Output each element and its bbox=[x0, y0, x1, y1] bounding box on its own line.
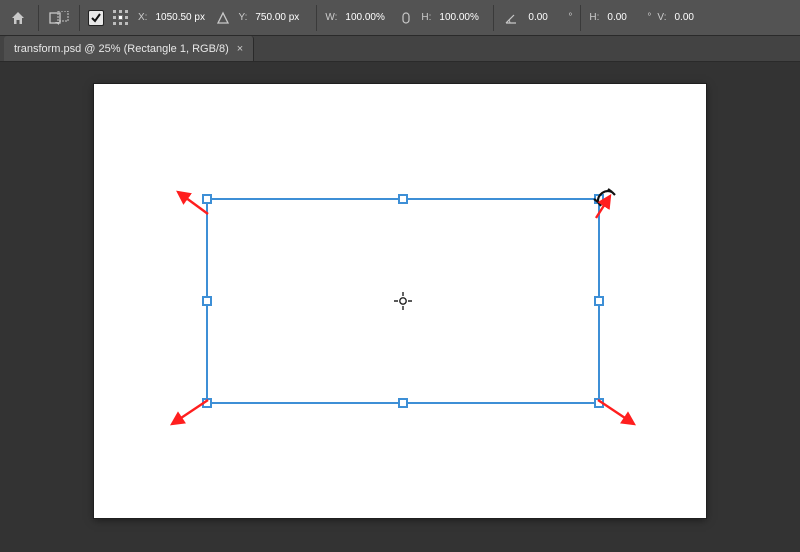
constrain-proportions-icon bbox=[400, 10, 412, 26]
transform-center-point[interactable] bbox=[394, 292, 412, 310]
cancel-transform-icon bbox=[49, 11, 69, 25]
x-label: X: bbox=[138, 12, 147, 23]
rotate-angle-icon bbox=[504, 11, 518, 25]
home-icon bbox=[10, 10, 26, 26]
x-position-input[interactable] bbox=[153, 10, 208, 25]
w-label: W: bbox=[325, 12, 337, 23]
relative-positioning-icon bbox=[216, 11, 230, 25]
annotation-arrow-bottom-left bbox=[168, 396, 212, 428]
skew-h-label: H: bbox=[589, 12, 599, 23]
rotate-angle-input[interactable] bbox=[526, 10, 562, 25]
annotation-arrow-top-left bbox=[174, 188, 212, 218]
center-point-icon bbox=[394, 292, 412, 310]
close-tab-button[interactable]: × bbox=[237, 43, 243, 55]
workspace bbox=[0, 62, 800, 552]
degree-label-1: ° bbox=[568, 12, 572, 23]
degree-label-2: ° bbox=[647, 12, 651, 23]
width-scale-input[interactable] bbox=[343, 10, 391, 25]
reference-point-icon bbox=[112, 9, 130, 27]
toggle-reference-point-checkbox[interactable] bbox=[88, 10, 104, 26]
constrain-proportions-button[interactable] bbox=[397, 9, 415, 27]
transform-handle-top[interactable] bbox=[398, 194, 408, 204]
h-label: H: bbox=[421, 12, 431, 23]
document-tab[interactable]: transform.psd @ 25% (Rectangle 1, RGB/8)… bbox=[4, 36, 254, 61]
document-tab-strip: transform.psd @ 25% (Rectangle 1, RGB/8)… bbox=[0, 36, 800, 62]
options-bar: X: Y: W: H: ° H: ° V: bbox=[0, 0, 800, 36]
transform-handle-bottom[interactable] bbox=[398, 398, 408, 408]
transform-handle-left[interactable] bbox=[202, 296, 212, 306]
separator bbox=[580, 5, 581, 31]
y-position-input[interactable] bbox=[253, 10, 308, 25]
skew-horizontal-input[interactable] bbox=[605, 10, 641, 25]
transform-handle-right[interactable] bbox=[594, 296, 604, 306]
annotation-arrow-top-right bbox=[592, 192, 622, 222]
skew-v-label: V: bbox=[657, 12, 666, 23]
reference-point-locator[interactable] bbox=[110, 7, 132, 29]
cancel-transform-button[interactable] bbox=[47, 6, 71, 30]
skew-vertical-input[interactable] bbox=[672, 10, 708, 25]
transform-bounding-box[interactable] bbox=[206, 198, 600, 404]
relative-positioning-button[interactable] bbox=[214, 9, 232, 27]
annotation-arrow-bottom-right bbox=[594, 396, 638, 428]
separator bbox=[493, 5, 494, 31]
check-icon bbox=[90, 12, 102, 24]
separator bbox=[79, 5, 80, 31]
separator bbox=[316, 5, 317, 31]
rotate-angle-button[interactable] bbox=[502, 9, 520, 27]
document-tab-title: transform.psd @ 25% (Rectangle 1, RGB/8) bbox=[14, 43, 229, 55]
y-label: Y: bbox=[238, 12, 247, 23]
height-scale-input[interactable] bbox=[437, 10, 485, 25]
canvas[interactable] bbox=[94, 84, 706, 518]
home-button[interactable] bbox=[6, 6, 30, 30]
separator bbox=[38, 5, 39, 31]
